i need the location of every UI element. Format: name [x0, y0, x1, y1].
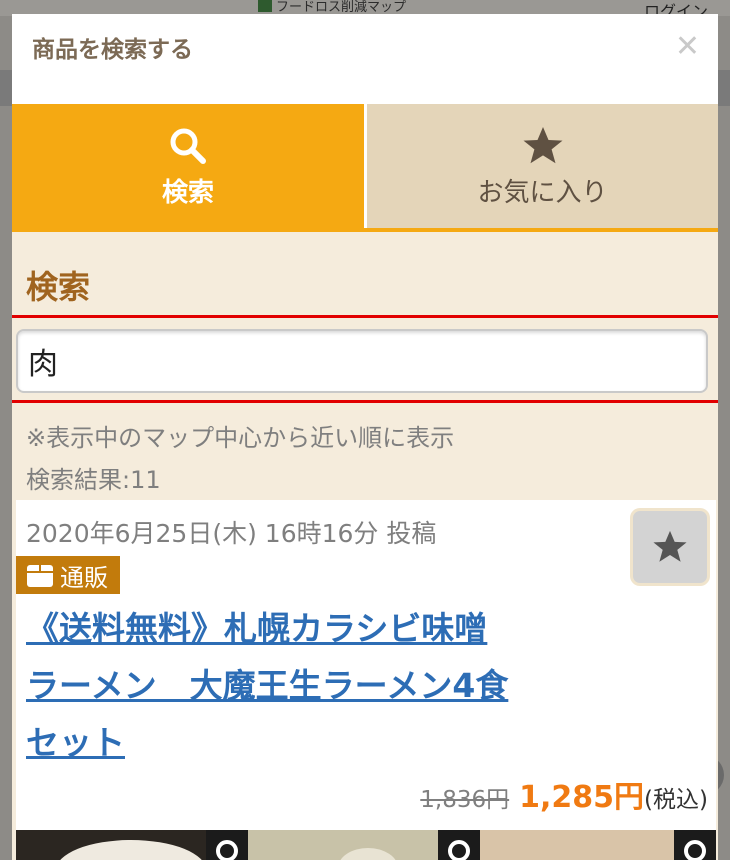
- thumbnail-image[interactable]: [16, 830, 248, 860]
- mail-order-badge: 通販: [16, 556, 120, 594]
- star-icon: [653, 530, 687, 562]
- site-logo-icon: [258, 0, 272, 12]
- favorite-button[interactable]: [630, 508, 710, 586]
- search-input-highlight: [12, 315, 718, 403]
- search-icon: [168, 124, 208, 168]
- map-pin-icon[interactable]: [674, 830, 716, 860]
- tab-bar: 検索 お気に入り: [12, 104, 718, 232]
- close-icon[interactable]: ✕: [675, 32, 700, 62]
- badge-label: 通販: [60, 563, 108, 592]
- modal-header: 商品を検索する ✕: [12, 14, 718, 104]
- product-title-line: 《送料無料》札幌カラシビ味噌: [26, 609, 488, 648]
- product-title-line: セット: [26, 723, 125, 762]
- map-pin-icon[interactable]: [206, 830, 248, 860]
- original-price: 1,836円: [420, 787, 510, 813]
- post-date: 2020年6月25日(木) 16時16分 投稿: [26, 519, 437, 548]
- sort-note: ※表示中のマップ中心から近い順に表示: [26, 424, 455, 452]
- modal-title: 商品を検索する: [32, 37, 193, 63]
- result-list: 2020年6月25日(木) 16時16分 投稿 通販 《送料無料》札幌カラシビ味…: [12, 496, 718, 860]
- package-icon: [27, 565, 53, 587]
- tax-note: (税込): [644, 787, 708, 813]
- food-plate-image: [338, 848, 398, 860]
- map-pin-icon[interactable]: [438, 830, 480, 860]
- sale-price: 1,285円: [519, 780, 645, 815]
- product-title-line: ラーメン 大魔王生ラーメン4食: [26, 666, 509, 705]
- search-heading: 検索: [26, 268, 91, 306]
- price-row: 1,836円 1,285円 (税込): [420, 772, 708, 816]
- tab-search[interactable]: 検索: [12, 104, 364, 228]
- product-thumbnails: [16, 830, 716, 860]
- thumbnail-image[interactable]: [480, 830, 716, 860]
- result-card: 2020年6月25日(木) 16時16分 投稿 通販 《送料無料》札幌カラシビ味…: [16, 500, 716, 860]
- search-modal: 商品を検索する ✕ 検索 お気に入り 検索 ※表示中のマップ中心: [12, 14, 718, 860]
- star-icon: [522, 124, 564, 168]
- tab-search-label: 検索: [161, 177, 214, 208]
- tab-favorites-label: お気に入り: [477, 177, 608, 208]
- result-count: 検索結果:11: [26, 466, 161, 494]
- tab-favorites[interactable]: お気に入り: [364, 104, 718, 228]
- product-title-link[interactable]: 《送料無料》札幌カラシビ味噌 ラーメン 大魔王生ラーメン4食 セット: [26, 600, 626, 771]
- thumbnail-image[interactable]: [248, 830, 480, 860]
- food-plate-image: [56, 840, 206, 860]
- search-panel: 検索 ※表示中のマップ中心から近い順に表示 検索結果:11: [12, 232, 718, 496]
